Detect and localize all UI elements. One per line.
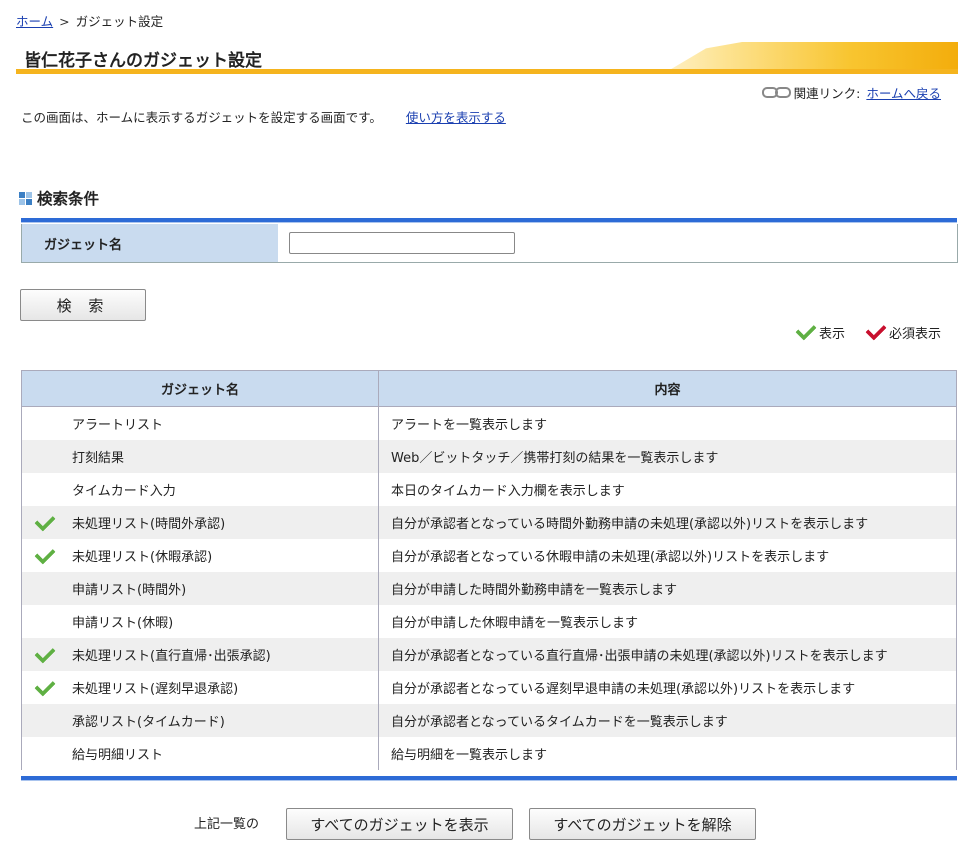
gadget-content-cell: 給与明細を一覧表示します — [378, 737, 957, 770]
legend-required-label: 必須表示 — [888, 327, 941, 342]
gadget-name-text: 申請リスト(時間外) — [72, 583, 187, 598]
gadget-name-cell: 打刻結果 — [21, 440, 379, 473]
search-button[interactable]: 検 索 — [20, 289, 146, 321]
breadcrumb-current: ガジェット設定 — [75, 14, 164, 29]
gadget-table: ガジェット名 内容 アラートリスト アラートを一覧表示します打刻結果 Web／ビット… — [21, 370, 957, 770]
show-usage-link[interactable]: 使い方を表示する — [406, 110, 506, 125]
gadget-content-cell: 自分が申請した休暇申請を一覧表示します — [378, 605, 957, 638]
gadget-name-input[interactable] — [289, 232, 515, 254]
table-row[interactable]: 未処理リスト(遅刻早退承認) 自分が承認者となっている遅刻早退申請の未処理(承認以… — [21, 671, 957, 704]
section-grid-icon — [19, 191, 32, 205]
gadget-name-text: アラートリスト — [72, 418, 164, 433]
gadget-name-cell: 承認リスト(タイムカード) — [21, 704, 379, 737]
table-bottom-rule — [21, 776, 957, 781]
gadget-name-cell: 未処理リスト(休暇承認) — [21, 539, 379, 572]
link-chain-icon — [761, 87, 791, 98]
red-check-icon — [865, 319, 887, 341]
legend-required: 必須表示 — [865, 319, 941, 342]
description-text: この画面は、ホームに表示するガジェットを設定する画面です。 — [21, 110, 382, 125]
gadget-name-field-cell — [278, 224, 957, 262]
gadget-content-cell: 自分が承認者となっている遅刻早退申請の未処理(承認以外)リストを表示します — [378, 671, 957, 704]
breadcrumb-home-link[interactable]: ホーム — [16, 14, 53, 29]
display-check-icon[interactable] — [34, 642, 56, 664]
gadget-name-text: 未処理リスト(時間外承認) — [72, 517, 226, 532]
related-links-label: 関連リンク: — [793, 86, 861, 101]
gadget-name-cell: 申請リスト(時間外) — [21, 572, 379, 605]
search-section-title: 検索条件 — [37, 190, 100, 208]
column-header-gadget-name: ガジェット名 — [21, 370, 379, 407]
table-row[interactable]: 未処理リスト(直行直帰･出張承認) 自分が承認者となっている直行直帰･出張申請の未… — [21, 638, 957, 671]
gadget-name-cell: タイムカード入力 — [21, 473, 379, 506]
gadget-name-text: 給与明細リスト — [72, 748, 164, 763]
gadget-name-text: 未処理リスト(休暇承認) — [72, 550, 213, 565]
search-top-rule — [21, 218, 957, 223]
table-row[interactable]: 給与明細リスト 給与明細を一覧表示します — [21, 737, 957, 770]
gadget-name-cell: アラートリスト — [21, 406, 379, 440]
footer-label: 上記一覧の — [194, 817, 260, 832]
gadget-name-label: ガジェット名 — [22, 224, 278, 262]
related-links: 関連リンク: ホームへ戻る — [761, 83, 941, 102]
search-section-heading: 検索条件 — [19, 187, 99, 209]
gadget-content-cell: 本日のタイムカード入力欄を表示します — [378, 473, 957, 506]
display-check-icon[interactable] — [34, 675, 56, 697]
gadget-content-cell: 自分が申請した時間外勤務申請を一覧表示します — [378, 572, 957, 605]
gadget-name-text: 申請リスト(休暇) — [72, 616, 174, 631]
gadget-content-cell: 自分が承認者となっている休暇申請の未処理(承認以外)リストを表示します — [378, 539, 957, 572]
legend: 表示 必須表示 — [779, 319, 941, 342]
table-header-row: ガジェット名 内容 — [21, 370, 957, 407]
table-row[interactable]: 未処理リスト(時間外承認) 自分が承認者となっている時間外勤務申請の未処理(承認以… — [21, 506, 957, 539]
gadget-name-text: タイムカード入力 — [72, 484, 176, 499]
show-all-gadgets-button[interactable]: すべてのガジェットを表示 — [286, 808, 513, 840]
gadget-name-cell: 給与明細リスト — [21, 737, 379, 770]
clear-all-gadgets-button[interactable]: すべてのガジェットを解除 — [529, 808, 756, 840]
gadget-content-cell: Web／ビットタッチ／携帯打刻の結果を一覧表示します — [378, 440, 957, 473]
table-row[interactable]: 打刻結果 Web／ビットタッチ／携帯打刻の結果を一覧表示します — [21, 440, 957, 473]
gadget-name-cell: 未処理リスト(直行直帰･出張承認) — [21, 638, 379, 671]
page-description: この画面は、ホームに表示するガジェットを設定する画面です。 使い方を表示する — [21, 107, 506, 126]
page-title: 皆仁花子さんのガジェット設定 — [24, 51, 262, 71]
gadget-name-text: 承認リスト(タイムカード) — [72, 715, 225, 730]
gadget-content-cell: 自分が承認者となっているタイムカードを一覧表示します — [378, 704, 957, 737]
table-row[interactable]: 未処理リスト(休暇承認) 自分が承認者となっている休暇申請の未処理(承認以外)リス… — [21, 539, 957, 572]
display-check-icon[interactable] — [34, 543, 56, 565]
back-to-home-link[interactable]: ホームへ戻る — [866, 83, 941, 102]
column-header-content: 内容 — [378, 370, 957, 407]
gadget-name-cell: 未処理リスト(時間外承認) — [21, 506, 379, 539]
gadget-name-text: 未処理リスト(直行直帰･出張承認) — [72, 649, 271, 664]
gadget-name-cell: 申請リスト(休暇) — [21, 605, 379, 638]
breadcrumb: ホーム > ガジェット設定 — [16, 11, 163, 30]
gadget-name-text: 打刻結果 — [72, 451, 125, 466]
gadget-name-cell: 未処理リスト(遅刻早退承認) — [21, 671, 379, 704]
display-check-icon[interactable] — [34, 510, 56, 532]
legend-display: 表示 — [795, 319, 845, 342]
breadcrumb-separator: > — [59, 14, 70, 29]
gadget-content-cell: 自分が承認者となっている直行直帰･出張申請の未処理(承認以外)リストを表示します — [378, 638, 957, 671]
search-form: ガジェット名 — [21, 224, 958, 263]
table-row[interactable]: 承認リスト(タイムカード) 自分が承認者となっているタイムカードを一覧表示します — [21, 704, 957, 737]
legend-display-label: 表示 — [818, 327, 845, 342]
table-row[interactable]: 申請リスト(時間外) 自分が申請した時間外勤務申請を一覧表示します — [21, 572, 957, 605]
table-row[interactable]: 申請リスト(休暇) 自分が申請した休暇申請を一覧表示します — [21, 605, 957, 638]
gadget-content-cell: 自分が承認者となっている時間外勤務申請の未処理(承認以外)リストを表示します — [378, 506, 957, 539]
green-check-icon — [795, 319, 817, 341]
table-row[interactable]: タイムカード入力 本日のタイムカード入力欄を表示します — [21, 473, 957, 506]
gadget-content-cell: アラートを一覧表示します — [378, 406, 957, 440]
page-title-bar: 皆仁花子さんのガジェット設定 — [16, 42, 958, 74]
table-row[interactable]: アラートリスト アラートを一覧表示します — [21, 406, 957, 440]
gadget-name-text: 未処理リスト(遅刻早退承認) — [72, 682, 239, 697]
